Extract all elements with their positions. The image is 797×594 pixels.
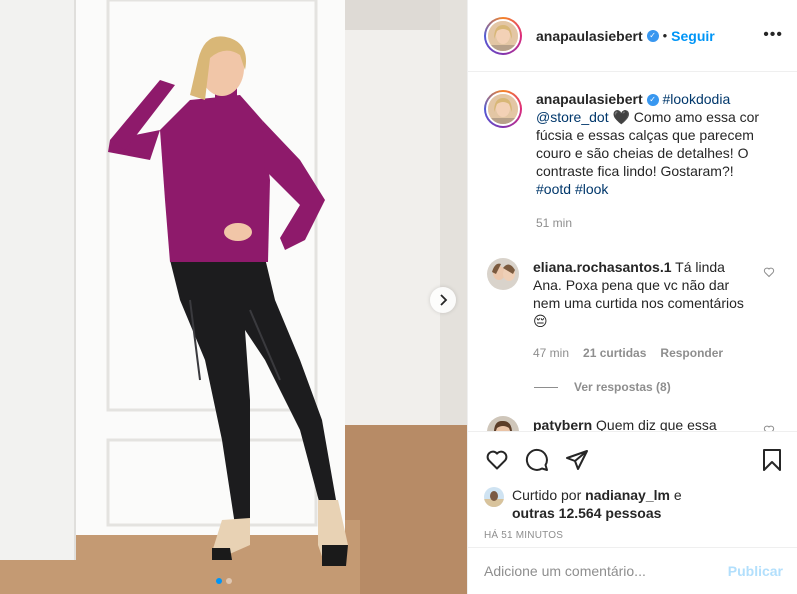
hashtag-look[interactable]: #look xyxy=(575,181,608,197)
chevron-right-icon xyxy=(440,294,448,306)
comment-item: patybern Quem diz que essa mulher teve b… xyxy=(484,416,781,431)
view-replies-button[interactable]: Ver respostas (8) xyxy=(534,380,781,394)
liked-by-mid: e xyxy=(669,487,682,503)
heart-icon xyxy=(486,450,508,470)
mention-store-dot[interactable]: @store_dot xyxy=(536,109,609,125)
like-button[interactable] xyxy=(484,447,510,473)
view-replies-label: Ver respostas (8) xyxy=(574,380,671,394)
avatar-image xyxy=(488,20,518,51)
reply-button[interactable]: Responder xyxy=(660,344,723,362)
author-username[interactable]: anapaulasiebert xyxy=(536,28,643,44)
verified-badge-icon: ✓ xyxy=(646,94,659,107)
comment-button[interactable] xyxy=(524,447,550,473)
comment-time: 47 min xyxy=(533,346,570,360)
liked-by-prefix: Curtido por xyxy=(512,487,586,503)
next-photo-button[interactable] xyxy=(430,287,456,313)
liker-avatar[interactable] xyxy=(484,487,504,507)
hashtag-lookdodia[interactable]: #lookdodia xyxy=(663,91,731,107)
verified-badge-icon: ✓ xyxy=(646,29,659,42)
like-comment-heart-icon[interactable] xyxy=(763,266,775,278)
more-options-icon[interactable]: ••• xyxy=(763,26,783,44)
photo-illustration xyxy=(0,0,467,594)
caption: anapaulasiebert ✓ #lookdodia @store_dot 🖤… xyxy=(484,90,781,232)
comment-likes[interactable]: 21 curtidas xyxy=(583,344,646,362)
heart-emoji: 🖤 xyxy=(612,109,630,125)
add-comment-bar: Publicar xyxy=(468,547,797,594)
comment-body: patybern Quem diz que essa mulher teve b… xyxy=(533,416,753,431)
avatar-image xyxy=(487,416,519,431)
comment-body: eliana.rochasantos.1 Tá linda Ana. Poxa … xyxy=(533,258,753,362)
separator-dot: • xyxy=(662,28,668,43)
like-comment-heart-icon[interactable] xyxy=(763,424,775,431)
likes-text: Curtido por nadianay_lm e outras 12.564 … xyxy=(512,486,682,522)
comment-item: eliana.rochasantos.1 Tá linda Ana. Poxa … xyxy=(484,258,781,362)
publish-button[interactable]: Publicar xyxy=(728,563,783,579)
comment-username[interactable]: eliana.rochasantos.1 xyxy=(533,259,672,275)
caption-username[interactable]: anapaulasiebert xyxy=(536,91,643,107)
comment-username[interactable]: patybern xyxy=(533,417,592,431)
commenter-avatar[interactable] xyxy=(487,416,519,431)
post-actions: Curtido por nadianay_lm e outras 12.564 … xyxy=(468,431,797,541)
share-button[interactable] xyxy=(564,447,590,473)
post-photo[interactable] xyxy=(0,0,467,594)
comment-input[interactable] xyxy=(484,563,728,579)
avatar-image xyxy=(488,94,518,124)
avatar-image xyxy=(484,487,504,507)
action-icons xyxy=(484,440,785,480)
comments-list[interactable]: anapaulasiebert ✓ #lookdodia @store_dot 🖤… xyxy=(468,73,797,431)
post-header: anapaulasiebert ✓ • Seguir ••• xyxy=(468,0,797,72)
carousel-indicator xyxy=(216,578,232,584)
post-details-panel: anapaulasiebert ✓ • Seguir ••• anapaulas… xyxy=(467,0,797,594)
others-likes-link[interactable]: outras 12.564 pessoas xyxy=(512,505,661,521)
comment-meta: 47 min 21 curtidas Responder xyxy=(533,344,753,362)
commenter-avatar[interactable] xyxy=(487,258,519,290)
author-avatar[interactable] xyxy=(484,16,522,55)
save-button[interactable] xyxy=(759,447,785,473)
bookmark-icon xyxy=(763,449,781,471)
paper-plane-icon xyxy=(566,450,588,470)
replies-divider xyxy=(534,386,558,388)
carousel-dot-2 xyxy=(226,578,232,584)
post-timestamp[interactable]: HÁ 51 MINUTOS xyxy=(484,530,785,541)
caption-time: 51 min xyxy=(536,216,573,230)
hashtag-ootd[interactable]: #ootd xyxy=(536,181,571,197)
follow-button[interactable]: Seguir xyxy=(671,28,715,44)
avatar-image xyxy=(487,258,519,290)
likes-summary: Curtido por nadianay_lm e outras 12.564 … xyxy=(484,486,785,522)
carousel-dot-1 xyxy=(216,578,222,584)
caption-meta: 51 min xyxy=(536,214,766,232)
caption-body: anapaulasiebert ✓ #lookdodia @store_dot 🖤… xyxy=(536,90,766,232)
caption-avatar[interactable] xyxy=(484,90,522,128)
comment-bubble-icon xyxy=(525,448,548,471)
liker-username[interactable]: nadianay_lm xyxy=(585,487,670,503)
